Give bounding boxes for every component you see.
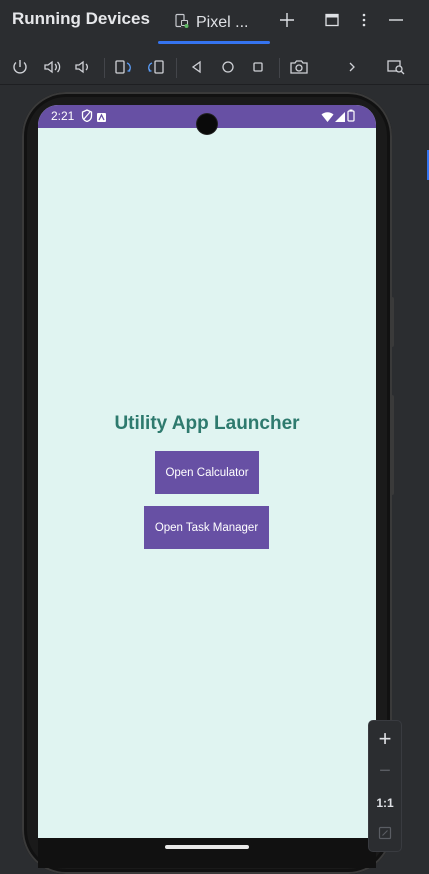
zoom-controls: + − 1:1 xyxy=(368,720,402,852)
shield-icon xyxy=(81,109,93,127)
volume-down-icon[interactable] xyxy=(70,55,94,79)
tab-selected-indicator xyxy=(158,41,270,44)
maximize-window-icon[interactable] xyxy=(320,8,344,32)
phone-volume-button[interactable] xyxy=(390,395,394,495)
toolbar-separator xyxy=(176,58,177,78)
device-tab-icon xyxy=(174,13,190,34)
cellular-icon xyxy=(335,110,346,128)
navigation-bar xyxy=(38,838,376,868)
battery-icon xyxy=(347,109,355,127)
screenshot-icon[interactable] xyxy=(287,55,311,79)
tool-window-header: Running Devices Pixel ... xyxy=(0,0,429,44)
gesture-handle[interactable] xyxy=(165,845,249,849)
rotate-right-icon[interactable] xyxy=(143,55,167,79)
tab-label: Pixel ... xyxy=(196,14,249,31)
inspect-icon[interactable] xyxy=(384,55,408,79)
toolbar-separator xyxy=(104,58,105,78)
home-icon[interactable] xyxy=(216,55,240,79)
device-screen[interactable]: 2:21 Utility App Launcher Open Calculato… xyxy=(38,105,376,838)
device-toolbar xyxy=(0,50,429,85)
tool-window-title: Running Devices xyxy=(12,9,150,28)
toolbar-separator xyxy=(279,58,280,78)
zoom-in-button[interactable]: + xyxy=(369,725,401,753)
fit-screen-icon[interactable] xyxy=(369,819,401,847)
status-time: 2:21 xyxy=(51,109,75,123)
app-title: Utility App Launcher xyxy=(114,413,300,434)
phone-side-button[interactable] xyxy=(390,297,394,347)
zoom-out-button[interactable]: − xyxy=(369,757,401,785)
overview-icon[interactable] xyxy=(246,55,270,79)
power-icon[interactable] xyxy=(8,55,32,79)
tab-pixel-device[interactable]: Pixel ... xyxy=(174,8,248,38)
front-camera xyxy=(197,114,217,134)
wifi-icon xyxy=(321,110,334,128)
more-icon[interactable] xyxy=(340,55,364,79)
add-tab-icon[interactable] xyxy=(275,8,299,32)
notification-icon xyxy=(96,110,107,128)
hide-window-icon[interactable] xyxy=(384,8,408,32)
open-calculator-button[interactable]: Open Calculator xyxy=(155,451,259,494)
back-icon[interactable] xyxy=(185,55,209,79)
volume-up-icon[interactable] xyxy=(40,55,64,79)
rotate-left-icon[interactable] xyxy=(112,55,136,79)
open-task-manager-button[interactable]: Open Task Manager xyxy=(144,506,269,549)
more-options-icon[interactable] xyxy=(352,8,376,32)
actual-size-button[interactable]: 1:1 xyxy=(369,789,401,817)
